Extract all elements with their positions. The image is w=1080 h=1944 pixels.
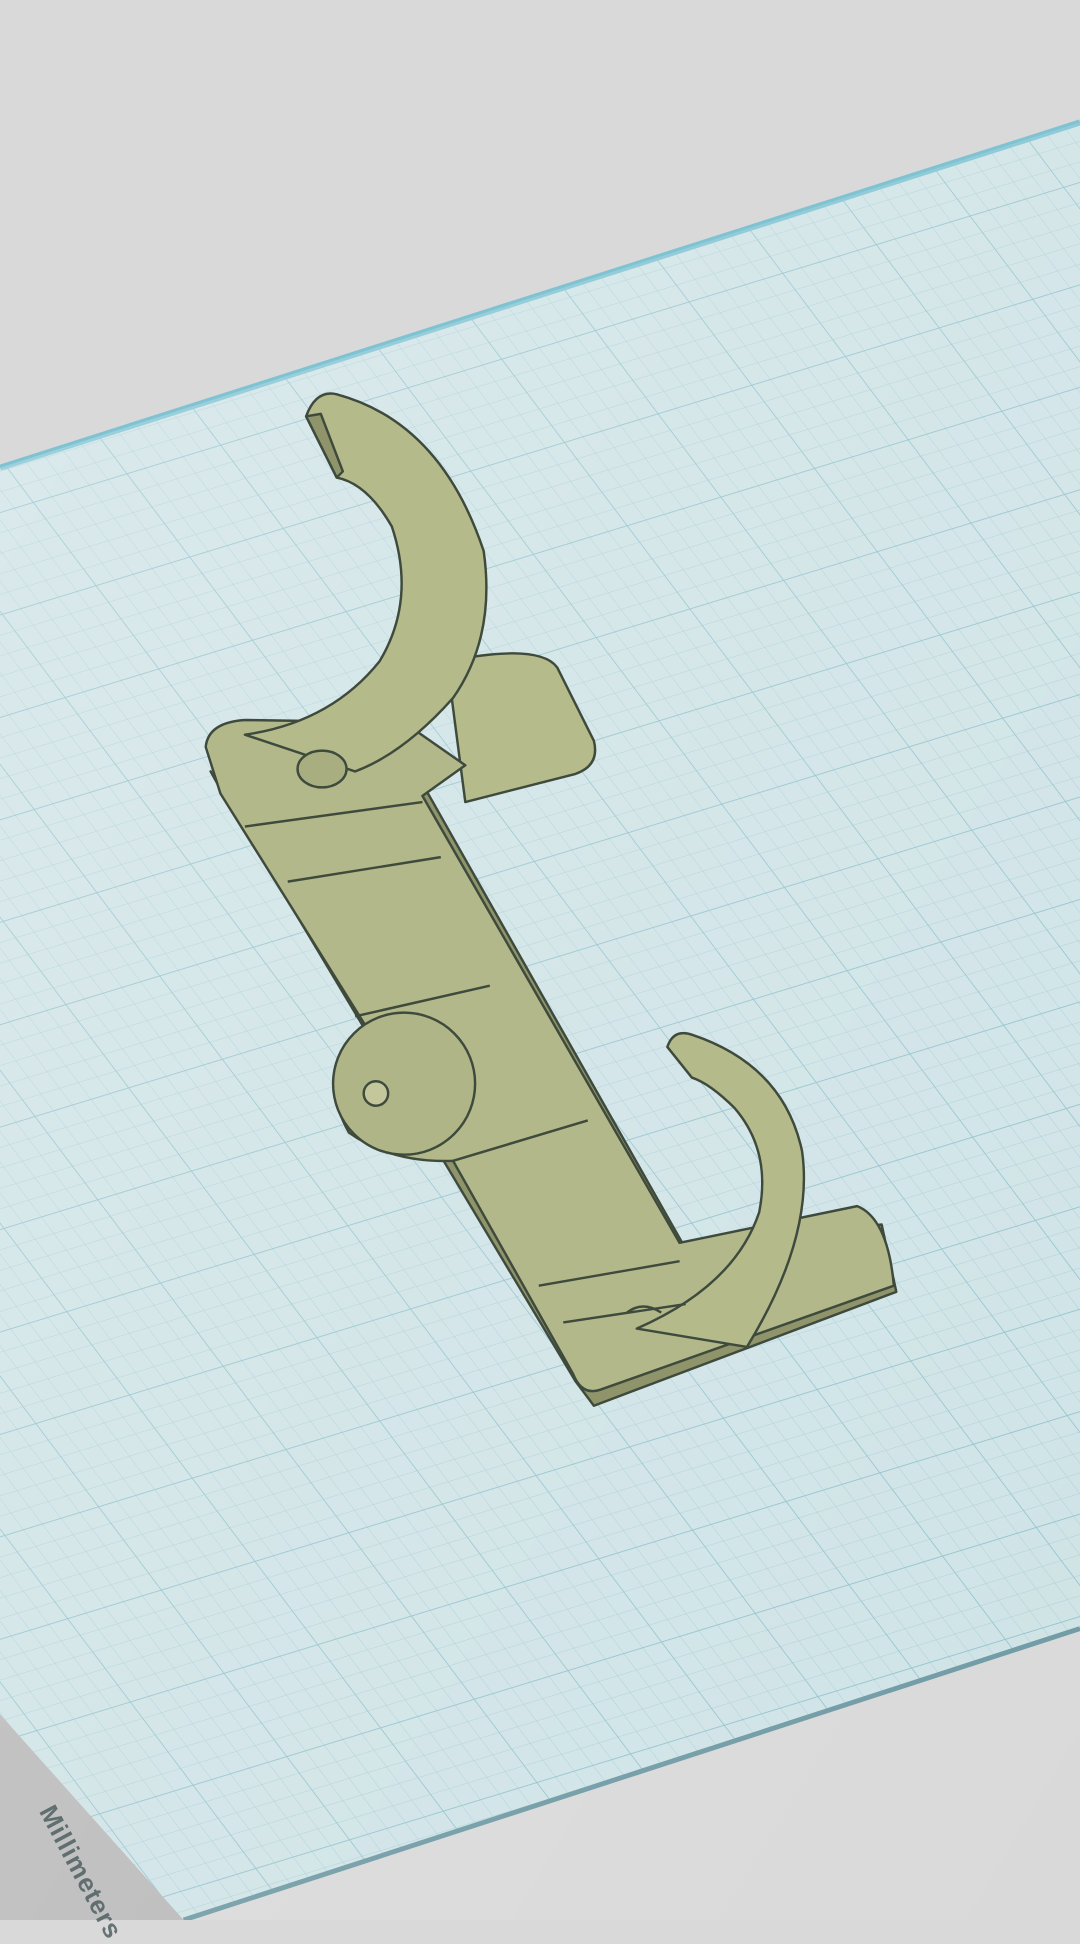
- upper-nub: [296, 749, 348, 789]
- screw-hole[interactable]: [362, 1080, 390, 1107]
- 3d-viewport[interactable]: [0, 0, 1080, 1920]
- mounting-disk[interactable]: [331, 1011, 477, 1156]
